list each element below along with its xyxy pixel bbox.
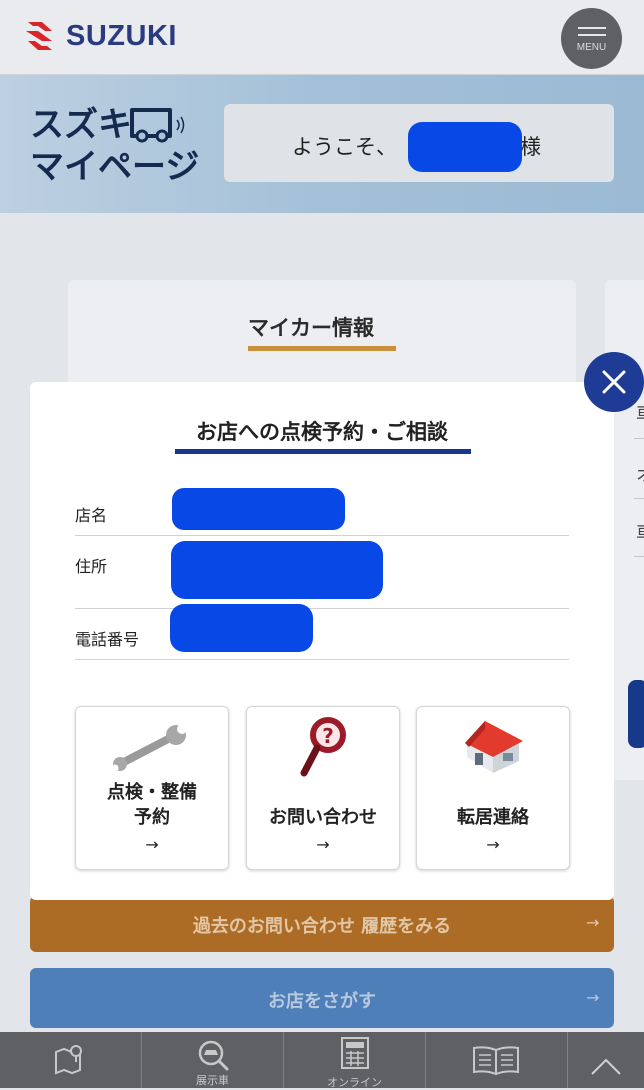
close-icon: [602, 370, 626, 394]
chevron-up-icon: [591, 1058, 621, 1075]
arrow-right-icon: →: [486, 835, 500, 854]
arrow-right-icon: →: [586, 988, 600, 1007]
inquiry-history-label: 過去のお問い合わせ 履歴をみる: [192, 916, 452, 937]
brand-name: SUZUKI: [66, 19, 177, 52]
tile-label: 点検・整備: [107, 782, 197, 803]
inquiry-tile[interactable]: ? お問い合わせ →: [246, 706, 400, 870]
tile-label-line2: 予約: [134, 807, 170, 828]
relocation-tile[interactable]: 転居連絡 →: [416, 706, 570, 870]
nav-item-online[interactable]: オンライン: [284, 1032, 426, 1089]
bottom-navigation: 展示車 オンライン: [0, 1032, 644, 1089]
hamburger-icon: [577, 27, 606, 29]
book-icon: [473, 1046, 519, 1076]
suzuki-logo[interactable]: SUZUKI: [22, 18, 177, 54]
wrench-icon: [112, 724, 187, 772]
arrow-right-icon: →: [586, 913, 600, 932]
phone-label: 電話番号: [75, 630, 140, 649]
mycar-card-title: マイカー情報: [248, 316, 374, 340]
mypage-logo-line1: スズキ: [30, 105, 132, 145]
nav-label: 展示車: [196, 1074, 229, 1087]
redacted-store-name: [172, 488, 345, 530]
tile-icon-wrap: ?: [247, 713, 399, 783]
side-card-divider: [634, 498, 644, 499]
nav-item-showroom[interactable]: 展示車: [142, 1032, 284, 1088]
tile-icon-wrap: [76, 713, 228, 783]
find-store-button[interactable]: お店をさがす →: [30, 968, 614, 1028]
side-card-text: 車: [636, 519, 644, 545]
side-card-divider: [634, 438, 644, 439]
nav-item-map[interactable]: [0, 1032, 142, 1088]
store-name-label: 店名: [75, 506, 108, 525]
welcome-prefix: ようこそ、: [292, 135, 397, 159]
redacted-address: [171, 541, 383, 599]
side-card-text: 車: [636, 400, 644, 426]
map-pin-icon: [55, 1045, 82, 1075]
side-card-divider: [634, 556, 644, 557]
magnifier-icon: ?: [300, 717, 346, 777]
mycar-card-underline: [248, 346, 396, 351]
site-header: SUZUKI MENU: [0, 0, 644, 75]
close-button[interactable]: [584, 352, 644, 412]
hamburger-icon-bar: [577, 34, 606, 36]
menu-button[interactable]: MENU: [561, 8, 622, 69]
arrow-right-icon: →: [145, 835, 159, 854]
scroll-top-button[interactable]: [568, 1032, 644, 1088]
calculator-icon: [341, 1037, 369, 1069]
side-card-button[interactable]: [628, 680, 644, 748]
mypage-logo-line2: マイページ: [30, 147, 200, 187]
tile-label: 転居連絡: [457, 807, 529, 828]
tile-icon-wrap: [417, 713, 569, 783]
row-divider: [75, 659, 569, 660]
modal-title-underline: [175, 449, 471, 454]
redacted-phone: [170, 604, 313, 652]
redacted-username: [408, 122, 522, 172]
address-label: 住所: [75, 557, 108, 576]
menu-label: MENU: [576, 41, 607, 53]
inspection-booking-tile[interactable]: 点検・整備 予約 →: [75, 706, 229, 870]
side-card-text: オ: [636, 461, 644, 487]
house-icon: [465, 721, 523, 773]
welcome-suffix: 様: [520, 135, 541, 159]
car-icon: [130, 108, 185, 143]
car-search-icon: [198, 1040, 229, 1071]
svg-text:?: ?: [322, 724, 334, 748]
suzuki-s-logo-icon: [26, 22, 52, 50]
row-divider: [75, 535, 569, 536]
nav-item-guide[interactable]: [426, 1032, 568, 1088]
find-store-label: お店をさがす: [268, 991, 376, 1012]
row-divider: [75, 608, 569, 609]
inquiry-history-button[interactable]: 過去のお問い合わせ 履歴をみる →: [30, 896, 614, 952]
tile-label: お問い合わせ: [269, 807, 377, 828]
modal-title: お店への点検予約・ご相談: [196, 420, 448, 444]
arrow-right-icon: →: [316, 835, 330, 854]
